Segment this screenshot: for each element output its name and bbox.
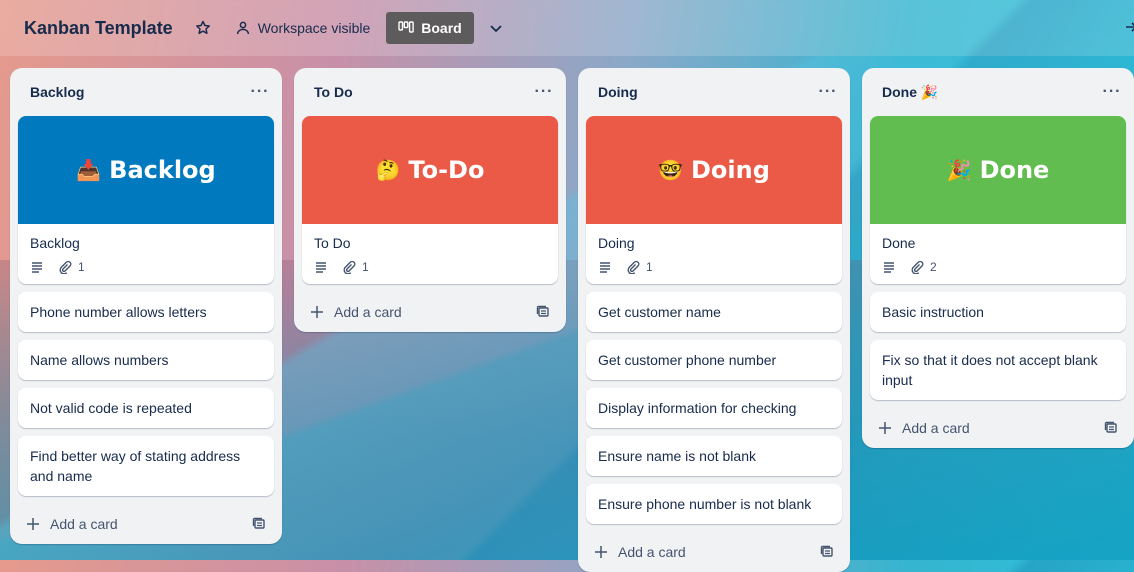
attachment-count: 2 <box>930 260 937 274</box>
card[interactable]: Not valid code is repeated <box>18 388 274 428</box>
list: Doing ··· 🤓 Doing Doing 1 Get customer name Get… <box>578 68 850 572</box>
attachment-icon <box>911 260 924 274</box>
card-template-icon[interactable] <box>536 305 550 319</box>
add-card-label: Add a card <box>902 420 970 436</box>
cover-card[interactable]: 🤔 To-Do To Do 1 <box>302 116 558 284</box>
add-card-row: Add a card <box>862 408 1134 448</box>
card-badges: 1 <box>30 260 262 274</box>
add-card-row: Add a card <box>578 532 850 572</box>
description-icon <box>600 262 610 273</box>
card-title: Backlog <box>30 235 80 251</box>
attachment-icon <box>59 260 72 274</box>
card-title: Doing <box>598 235 635 251</box>
card-title: To Do <box>314 235 351 251</box>
card[interactable]: Fix so that it does not accept blank inp… <box>870 340 1126 400</box>
add-card-button[interactable]: Add a card <box>594 544 686 560</box>
card[interactable]: Ensure name is not blank <box>586 436 842 476</box>
share-icon[interactable] <box>1124 20 1134 34</box>
cover-card[interactable]: 🎉 Done Done 2 <box>870 116 1126 284</box>
add-card-button[interactable]: Add a card <box>26 516 118 532</box>
description-icon <box>316 262 326 273</box>
card-template-icon[interactable] <box>1104 421 1118 435</box>
star-icon[interactable] <box>195 20 211 36</box>
more-icon[interactable]: ··· <box>1102 82 1122 102</box>
cover-emoji: 🎉 <box>946 158 972 182</box>
card[interactable]: Get customer phone number <box>586 340 842 380</box>
add-card-button[interactable]: Add a card <box>310 304 402 320</box>
card[interactable]: Name allows numbers <box>18 340 274 380</box>
card[interactable]: Find better way of stating address and n… <box>18 436 274 496</box>
cover-emoji: 🤔 <box>375 158 401 182</box>
card-template-icon[interactable] <box>820 545 834 559</box>
list-title[interactable]: Backlog <box>30 84 84 100</box>
card[interactable]: Display information for checking <box>586 388 842 428</box>
card-cover: 📥 Backlog <box>18 116 274 224</box>
list-title[interactable]: To Do <box>314 84 353 100</box>
list: To Do ··· 🤔 To-Do To Do 1 Add a card <box>294 68 566 332</box>
attachment-count: 1 <box>646 260 653 274</box>
visibility-button[interactable]: Workspace visible <box>235 20 371 36</box>
list: Done 🎉 ··· 🎉 Done Done 2 Basic instruction Fix … <box>862 68 1134 448</box>
attachment-count: 1 <box>78 260 85 274</box>
more-icon[interactable]: ··· <box>818 82 838 102</box>
add-card-button[interactable]: Add a card <box>878 420 970 436</box>
workspace-visible-icon <box>236 21 249 35</box>
add-card-label: Add a card <box>334 304 402 320</box>
plus-icon <box>27 518 39 530</box>
list-header[interactable]: Doing ··· <box>578 68 850 116</box>
cover-card[interactable]: 🤓 Doing Doing 1 <box>586 116 842 284</box>
description-icon <box>884 262 894 273</box>
more-icon[interactable]: ··· <box>250 82 270 102</box>
add-card-label: Add a card <box>50 516 118 532</box>
cover-text: To-Do <box>408 156 485 184</box>
more-icon[interactable]: ··· <box>534 82 554 102</box>
attachment-badge: 1 <box>342 260 369 274</box>
plus-icon <box>879 422 891 434</box>
attachment-count: 1 <box>362 260 369 274</box>
card-badges: 1 <box>314 260 546 274</box>
card[interactable]: Ensure phone number is not blank <box>586 484 842 524</box>
plus-icon <box>311 306 323 318</box>
board-title[interactable]: Kanban Template <box>24 18 173 39</box>
card-cover: 🎉 Done <box>870 116 1126 224</box>
add-card-row: Add a card <box>10 504 282 544</box>
board-header: Kanban Template Workspace visible Board <box>0 0 1134 56</box>
cover-emoji: 🤓 <box>658 158 683 182</box>
board-view-button[interactable]: Board <box>386 12 474 44</box>
attachment-badge: 2 <box>910 260 937 274</box>
card-title: Done <box>882 235 916 251</box>
visibility-label: Workspace visible <box>257 20 371 36</box>
plus-icon <box>595 546 607 558</box>
list-title[interactable]: Doing <box>598 84 638 100</box>
attachment-icon <box>343 260 356 274</box>
attachment-badge: 1 <box>626 260 653 274</box>
card-cover: 🤔 To-Do <box>302 116 558 224</box>
list: Backlog ··· 📥 Backlog Backlog 1 Phone number a… <box>10 68 282 544</box>
add-card-label: Add a card <box>618 544 686 560</box>
cover-text: Doing <box>691 156 770 184</box>
list-header[interactable]: To Do ··· <box>294 68 566 116</box>
card-cover: 🤓 Doing <box>586 116 842 224</box>
cover-card[interactable]: 📥 Backlog Backlog 1 <box>18 116 274 284</box>
cover-text: Done <box>979 156 1050 184</box>
attachment-badge: 1 <box>58 260 85 274</box>
add-card-row: Add a card <box>294 292 566 332</box>
cover-emoji: 📥 <box>76 158 102 182</box>
list-title[interactable]: Done 🎉 <box>882 84 938 101</box>
description-icon <box>32 262 42 273</box>
cover-text: Backlog <box>109 156 216 184</box>
card-badges: 1 <box>598 260 830 274</box>
list-header[interactable]: Done 🎉 ··· <box>862 68 1134 116</box>
attachment-icon <box>627 260 640 274</box>
card[interactable]: Get customer name <box>586 292 842 332</box>
card-badges: 2 <box>882 260 1114 274</box>
card[interactable]: Phone number allows letters <box>18 292 274 332</box>
board-view-label: Board <box>421 20 462 36</box>
chevron-down-icon[interactable] <box>488 20 504 36</box>
card[interactable]: Basic instruction <box>870 292 1126 332</box>
list-header[interactable]: Backlog ··· <box>10 68 282 116</box>
board-icon <box>398 21 415 33</box>
card-template-icon[interactable] <box>252 517 266 531</box>
